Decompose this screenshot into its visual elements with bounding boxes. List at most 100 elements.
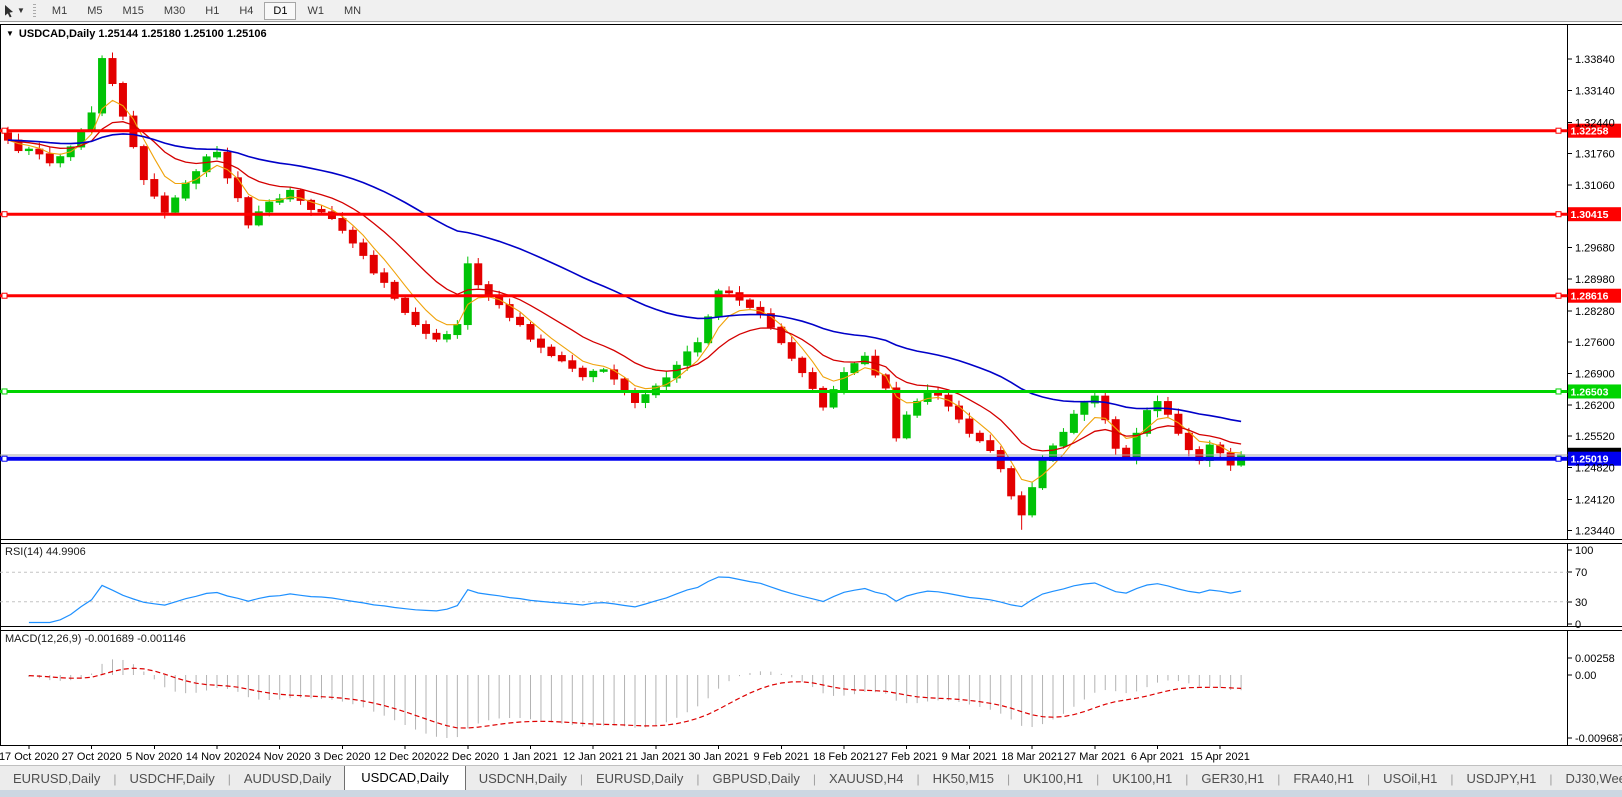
- macd-histogram: [29, 659, 1241, 738]
- dropdown-caret-icon[interactable]: ▼: [17, 6, 25, 15]
- timeframe-button-m1[interactable]: M1: [43, 2, 76, 20]
- date-axis-label: 12 Jan 2021: [563, 751, 624, 763]
- mt4-window: ▼ M1M5M15M30H1H4D1W1MN 1.251061.322581.3…: [0, 0, 1622, 797]
- date-axis-label: 9 Feb 2021: [753, 751, 809, 763]
- svg-text:1.30415: 1.30415: [1571, 209, 1609, 221]
- tab-uk100-h1[interactable]: UK100,H1: [1099, 767, 1185, 791]
- line-handle[interactable]: [1556, 456, 1561, 461]
- price-axis-label: 1.33840: [1575, 54, 1615, 66]
- line-handle[interactable]: [2, 128, 7, 133]
- tab-audusd-daily[interactable]: AUDUSD,Daily: [231, 767, 344, 791]
- mid-ma-line: [8, 122, 1241, 451]
- price-axis-label: 1.24120: [1575, 494, 1615, 506]
- date-axis-label: 9 Mar 2021: [942, 751, 998, 763]
- rsi-axis-label: 30: [1575, 597, 1587, 609]
- date-axis-label: 27 Oct 2020: [62, 751, 122, 763]
- timeframe-button-h1[interactable]: H1: [196, 2, 228, 20]
- price-axis-label: 1.29680: [1575, 243, 1615, 255]
- svg-text:1.26503: 1.26503: [1571, 386, 1609, 398]
- date-axis-label: 21 Jan 2021: [626, 751, 687, 763]
- line-handle[interactable]: [2, 456, 7, 461]
- macd-axis-label: 0.00: [1575, 670, 1596, 682]
- chart-canvas[interactable]: 1.251061.322581.304151.286161.265031.250…: [0, 24, 1622, 765]
- date-axis-label: 30 Jan 2021: [688, 751, 749, 763]
- horizontal-line-1.25019[interactable]: [0, 456, 1568, 461]
- tab-usoil-h1[interactable]: USOil,H1: [1370, 767, 1450, 791]
- date-axis-label: 24 Nov 2020: [249, 751, 311, 763]
- date-axis-label: 3 Dec 2020: [314, 751, 370, 763]
- date-axis-label: 5 Nov 2020: [126, 751, 182, 763]
- cursor-tool-icon[interactable]: [3, 4, 16, 18]
- price-axis-label: 1.27600: [1575, 337, 1615, 349]
- tab-gbpusd-daily[interactable]: GBPUSD,Daily: [699, 767, 812, 791]
- date-axis-label: 27 Mar 2021: [1064, 751, 1126, 763]
- line-handle[interactable]: [2, 293, 7, 298]
- rsi-axis-label: 100: [1575, 545, 1593, 557]
- tab-xauusd-h4[interactable]: XAUUSD,H4: [816, 767, 916, 791]
- chart-tab-bar: EURUSD,Daily|USDCHF,Daily|AUDUSD,DailyUS…: [0, 765, 1622, 791]
- horizontal-line-1.30415[interactable]: [0, 212, 1568, 217]
- cursor-arrow-icon: [3, 4, 16, 18]
- rsi-axis-label: 70: [1575, 567, 1587, 579]
- timeframe-button-d1[interactable]: D1: [264, 2, 296, 20]
- date-axis-label: 27 Feb 2021: [876, 751, 938, 763]
- timeframe-button-m5[interactable]: M5: [78, 2, 111, 20]
- price-axis-label: 1.31760: [1575, 148, 1615, 160]
- price-axis-label: 1.26200: [1575, 400, 1615, 412]
- line-handle[interactable]: [2, 212, 7, 217]
- toolbar-grip[interactable]: [33, 4, 36, 18]
- date-axis-label: 18 Feb 2021: [813, 751, 875, 763]
- line-handle[interactable]: [1556, 293, 1561, 298]
- date-axis-label: 12 Dec 2020: [374, 751, 436, 763]
- timeframe-button-m15[interactable]: M15: [113, 2, 152, 20]
- price-axis-label: 1.28280: [1575, 306, 1615, 318]
- timeframe-button-h4[interactable]: H4: [230, 2, 262, 20]
- date-axis-label: 18 Mar 2021: [1001, 751, 1063, 763]
- price-axis-label: 1.28980: [1575, 274, 1615, 286]
- tab-usdcnh-daily[interactable]: USDCNH,Daily: [466, 767, 580, 791]
- chart-area: 1.251061.322581.304151.286161.265031.250…: [0, 24, 1622, 765]
- tab-ger30-h1[interactable]: GER30,H1: [1188, 767, 1277, 791]
- macd-axis-label: -0.009687: [1575, 733, 1622, 745]
- date-axis-label: 17 Oct 2020: [0, 751, 59, 763]
- date-axis-label: 1 Jan 2021: [503, 751, 557, 763]
- timeframe-button-mn[interactable]: MN: [335, 2, 370, 20]
- tab-eurusd-daily[interactable]: EURUSD,Daily: [583, 767, 696, 791]
- tab-usdcad-daily[interactable]: USDCAD,Daily: [344, 765, 465, 791]
- timeframe-toolbar: ▼ M1M5M15M30H1H4D1W1MN: [0, 0, 1622, 22]
- line-handle[interactable]: [1556, 212, 1561, 217]
- horizontal-line-1.28616[interactable]: [0, 293, 1568, 298]
- rsi-line: [29, 577, 1241, 623]
- date-axis-label: 6 Apr 2021: [1131, 751, 1184, 763]
- macd-axis-label: 0.00258: [1575, 653, 1615, 665]
- timeframe-button-w1[interactable]: W1: [298, 2, 333, 20]
- rsi-axis-label: 0: [1575, 619, 1581, 631]
- price-axis-label: 1.32440: [1575, 117, 1615, 129]
- line-handle[interactable]: [2, 389, 7, 394]
- tab-usdchf-daily[interactable]: USDCHF,Daily: [117, 767, 228, 791]
- horizontal-line-1.32258[interactable]: [0, 128, 1568, 133]
- fast-ma-line: [8, 100, 1241, 482]
- bottom-status-strip: [0, 790, 1622, 797]
- tab-fra40-h1[interactable]: FRA40,H1: [1280, 767, 1367, 791]
- line-handle[interactable]: [1556, 128, 1561, 133]
- price-axis-label: 1.23440: [1575, 525, 1615, 537]
- price-axis-label: 1.25520: [1575, 431, 1615, 443]
- tab-dj30-weekly[interactable]: DJ30,Weekly: [1552, 767, 1622, 791]
- horizontal-line-1.26503[interactable]: [0, 389, 1568, 394]
- timeframe-button-m30[interactable]: M30: [155, 2, 194, 20]
- svg-text:1.28616: 1.28616: [1571, 291, 1609, 303]
- price-axis-label: 1.31060: [1575, 180, 1615, 192]
- tab-usdjpy-h1[interactable]: USDJPY,H1: [1453, 767, 1549, 791]
- timeframe-buttons: M1M5M15M30H1H4D1W1MN: [43, 2, 370, 20]
- date-axis-label: 22 Dec 2020: [437, 751, 499, 763]
- line-handle[interactable]: [1556, 389, 1561, 394]
- date-axis-label: 14 Nov 2020: [186, 751, 248, 763]
- date-axis-label: 15 Apr 2021: [1191, 751, 1250, 763]
- price-axis-label: 1.26900: [1575, 368, 1615, 380]
- price-axis-label: 1.33140: [1575, 86, 1615, 98]
- tab-uk100-h1[interactable]: UK100,H1: [1010, 767, 1096, 791]
- price-axis-label: 1.24820: [1575, 463, 1615, 475]
- tab-hk50-m15[interactable]: HK50,M15: [920, 767, 1007, 791]
- tab-eurusd-daily[interactable]: EURUSD,Daily: [0, 767, 113, 791]
